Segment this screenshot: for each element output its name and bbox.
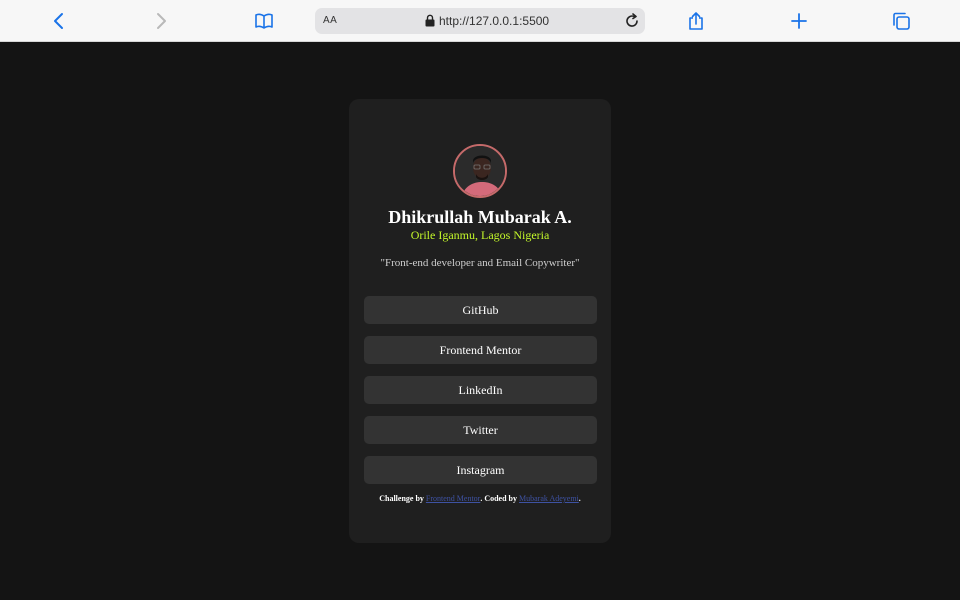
- address-bar[interactable]: AA http://127.0.0.1:5500: [315, 8, 645, 34]
- attribution-suffix: .: [578, 494, 581, 503]
- chevron-right-icon: [157, 13, 166, 29]
- social-links: GitHub Frontend Mentor LinkedIn Twitter …: [364, 296, 597, 496]
- twitter-link[interactable]: Twitter: [364, 416, 597, 444]
- browser-toolbar: AA http://127.0.0.1:5500: [0, 0, 960, 42]
- attribution: Challenge by Frontend Mentor. Coded by M…: [349, 494, 611, 503]
- linkedin-link[interactable]: LinkedIn: [364, 376, 597, 404]
- reload-icon[interactable]: [623, 12, 641, 30]
- author-link[interactable]: Mubarak Adeyemi: [519, 494, 579, 503]
- share-icon: [689, 12, 703, 30]
- frontend-mentor-link[interactable]: Frontend Mentor: [364, 336, 597, 364]
- avatar: [453, 144, 507, 198]
- tabs-icon: [893, 12, 910, 30]
- profile-card: Dhikrullah Mubarak A. Orile Iganmu, Lago…: [349, 99, 611, 543]
- share-button[interactable]: [684, 9, 708, 33]
- lock-icon: [425, 14, 435, 27]
- forward-button[interactable]: [149, 9, 173, 33]
- new-tab-button[interactable]: [787, 9, 811, 33]
- text-size-button[interactable]: AA: [323, 15, 337, 26]
- avatar-photo: [455, 146, 505, 196]
- plus-icon: [791, 13, 807, 29]
- tabs-overview-button[interactable]: [889, 9, 913, 33]
- attribution-prefix: Challenge by: [379, 494, 426, 503]
- github-link[interactable]: GitHub: [364, 296, 597, 324]
- profile-location: Orile Iganmu, Lagos Nigeria: [410, 228, 550, 242]
- profile-bio: "Front-end developer and Email Copywrite…: [380, 257, 580, 269]
- book-icon: [255, 13, 273, 29]
- bookmarks-button[interactable]: [252, 9, 276, 33]
- profile-name: Dhikrullah Mubarak A.: [388, 207, 572, 227]
- chevron-left-icon: [54, 13, 63, 29]
- back-button[interactable]: [47, 9, 71, 33]
- url-text: http://127.0.0.1:5500: [439, 14, 550, 28]
- attribution-middle: . Coded by: [480, 494, 520, 503]
- instagram-link[interactable]: Instagram: [364, 456, 597, 484]
- challenge-link[interactable]: Frontend Mentor: [426, 494, 480, 503]
